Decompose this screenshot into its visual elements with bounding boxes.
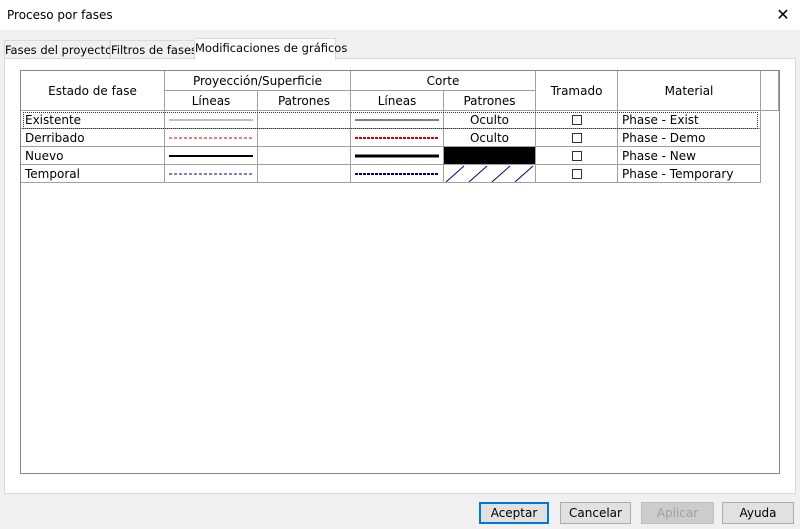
close-icon[interactable]: ✕ bbox=[766, 0, 800, 30]
row-new-halftone bbox=[536, 147, 618, 165]
tab-graphic-overrides[interactable]: Modificaciones de gráficos bbox=[194, 38, 347, 60]
halftone-checkbox[interactable] bbox=[571, 132, 582, 143]
row-existing-halftone bbox=[536, 111, 618, 129]
row-existing-cut-pattern[interactable]: Oculto bbox=[444, 111, 536, 129]
header-cut-lines: Líneas bbox=[351, 91, 444, 111]
row-temporary-projection-pattern[interactable] bbox=[258, 165, 351, 183]
header-halftone: Tramado bbox=[536, 71, 618, 111]
tab-phase-filters[interactable]: Filtros de fases bbox=[110, 40, 197, 59]
header-projection-lines: Líneas bbox=[165, 91, 258, 111]
window-title: Proceso por fases bbox=[7, 8, 113, 22]
row-demolished-cut-line[interactable] bbox=[351, 129, 444, 147]
row-temporary-name[interactable]: Temporal bbox=[21, 165, 165, 183]
row-temporary-cut-line[interactable] bbox=[351, 165, 444, 183]
header-projection-patterns: Patrones bbox=[258, 91, 351, 111]
row-new-projection-line[interactable] bbox=[165, 147, 258, 165]
row-temporary-cut-pattern-hatch[interactable] bbox=[444, 165, 536, 183]
row-demolished-projection-pattern[interactable] bbox=[258, 129, 351, 147]
header-cut: Corte bbox=[351, 71, 536, 91]
row-existing-name[interactable]: Existente bbox=[21, 111, 165, 129]
ok-button[interactable]: Aceptar bbox=[479, 502, 549, 524]
row-new-material[interactable]: Phase - New bbox=[618, 147, 761, 165]
row-new-name[interactable]: Nuevo bbox=[21, 147, 165, 165]
row-new-cut-line[interactable] bbox=[351, 147, 444, 165]
header-cut-patterns: Patrones bbox=[444, 91, 536, 111]
phase-overrides-table: Estado de fase Proyección/Superficie Cor… bbox=[20, 70, 780, 474]
row-demolished-halftone bbox=[536, 129, 618, 147]
row-demolished-projection-line[interactable] bbox=[165, 129, 258, 147]
row-temporary-halftone bbox=[536, 165, 618, 183]
tab-project-phases[interactable]: Fases del proyecto bbox=[4, 40, 112, 59]
header-material: Material bbox=[618, 71, 761, 111]
row-existing-projection-line[interactable] bbox=[165, 111, 258, 129]
help-button[interactable]: Ayuda bbox=[722, 502, 794, 524]
header-phase-status: Estado de fase bbox=[21, 71, 165, 111]
row-demolished-name[interactable]: Derribado bbox=[21, 129, 165, 147]
cancel-button[interactable]: Cancelar bbox=[560, 502, 631, 524]
row-demolished-cut-pattern[interactable]: Oculto bbox=[444, 129, 536, 147]
title-bar: Proceso por fases ✕ bbox=[0, 0, 800, 30]
row-demolished-material[interactable]: Phase - Demo bbox=[618, 129, 761, 147]
halftone-checkbox[interactable] bbox=[571, 150, 582, 161]
row-temporary-projection-line[interactable] bbox=[165, 165, 258, 183]
header-projection-surface: Proyección/Superficie bbox=[165, 71, 351, 91]
row-new-projection-pattern[interactable] bbox=[258, 147, 351, 165]
halftone-checkbox[interactable] bbox=[571, 168, 582, 179]
row-temporary-material[interactable]: Phase - Temporary bbox=[618, 165, 761, 183]
row-existing-cut-line[interactable] bbox=[351, 111, 444, 129]
row-existing-projection-pattern[interactable] bbox=[258, 111, 351, 129]
row-existing-material[interactable]: Phase - Exist bbox=[618, 111, 761, 129]
row-new-cut-pattern-solid-fill[interactable] bbox=[444, 147, 536, 165]
apply-button[interactable]: Aplicar bbox=[641, 502, 714, 524]
header-filler bbox=[761, 71, 779, 111]
halftone-checkbox[interactable] bbox=[571, 114, 582, 125]
